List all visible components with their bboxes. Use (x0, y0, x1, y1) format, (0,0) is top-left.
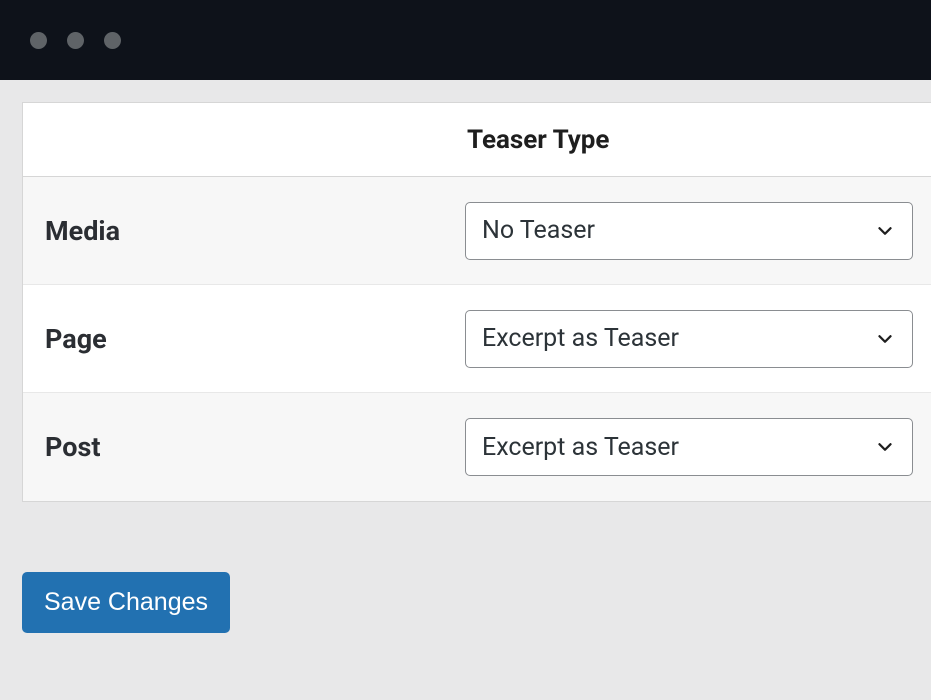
teaser-type-column-header: Teaser Type (467, 125, 931, 155)
window-control-zoom[interactable] (104, 32, 121, 49)
chevron-down-icon (874, 328, 896, 350)
table-row: Page Excerpt as Teaser (23, 285, 931, 393)
teaser-select-media[interactable]: No Teaser (465, 202, 913, 260)
window-control-close[interactable] (30, 32, 47, 49)
save-changes-button[interactable]: Save Changes (22, 572, 230, 633)
teaser-type-table: Teaser Type Media No Teaser Page Excerpt… (22, 102, 931, 502)
settings-content: Teaser Type Media No Teaser Page Excerpt… (0, 102, 931, 633)
row-control: Excerpt as Teaser (465, 310, 931, 368)
table-header-row: Teaser Type (23, 103, 931, 177)
row-control: No Teaser (465, 202, 931, 260)
row-label-page: Page (45, 323, 465, 355)
select-value: Excerpt as Teaser (482, 433, 874, 462)
chevron-down-icon (874, 436, 896, 458)
row-label-post: Post (45, 431, 465, 463)
row-control: Excerpt as Teaser (465, 418, 931, 476)
window-titlebar (0, 0, 931, 80)
row-label-media: Media (45, 215, 465, 247)
select-value: No Teaser (482, 216, 874, 245)
table-row: Post Excerpt as Teaser (23, 393, 931, 501)
teaser-select-page[interactable]: Excerpt as Teaser (465, 310, 913, 368)
table-row: Media No Teaser (23, 177, 931, 285)
window-control-minimize[interactable] (67, 32, 84, 49)
select-value: Excerpt as Teaser (482, 324, 874, 353)
teaser-select-post[interactable]: Excerpt as Teaser (465, 418, 913, 476)
chevron-down-icon (874, 220, 896, 242)
